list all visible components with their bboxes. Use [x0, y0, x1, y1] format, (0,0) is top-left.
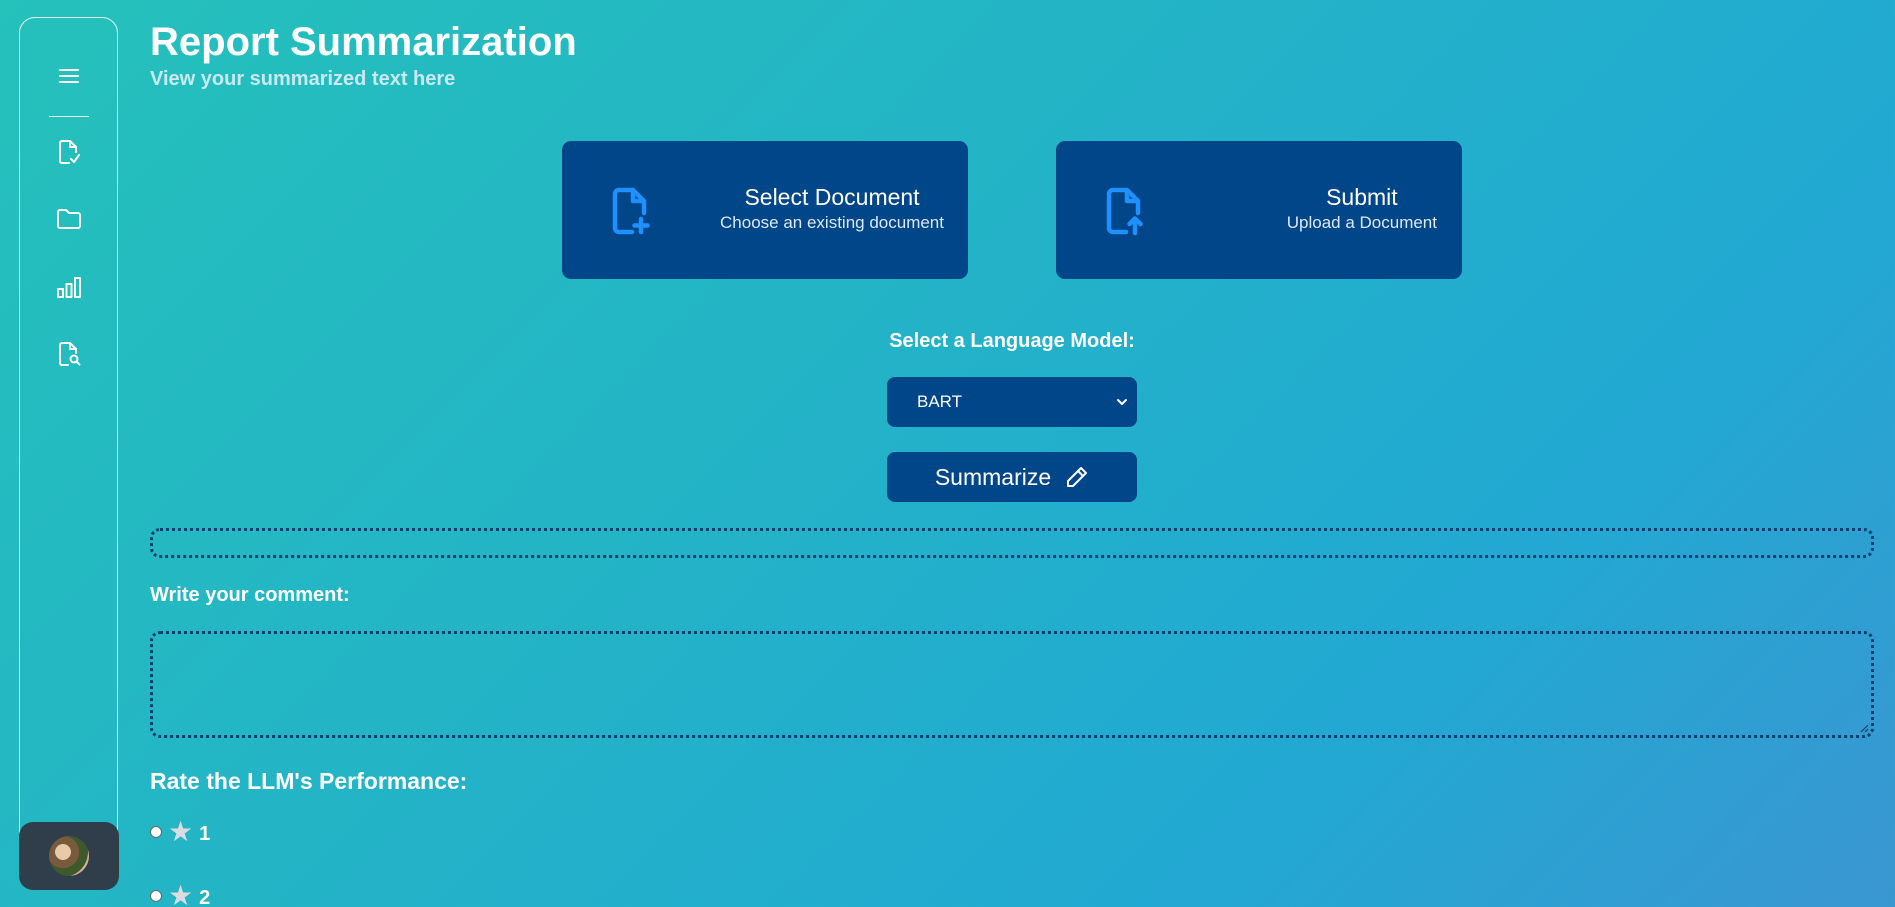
sidebar: [19, 17, 118, 887]
file-plus-icon: [612, 187, 650, 235]
model-select-label: Select a Language Model:: [889, 330, 1135, 352]
sidebar-item-analytics[interactable]: [51, 269, 87, 305]
folder-icon: [56, 209, 81, 229]
summarize-button[interactable]: Summarize: [887, 452, 1137, 502]
file-upload-icon: [1106, 187, 1143, 236]
page-subtitle: View your summarized text here: [150, 68, 456, 90]
select-document-subtitle: Choose an existing document: [720, 213, 944, 232]
file-check-icon: [58, 140, 80, 164]
submit-subtitle: Upload a Document: [1286, 213, 1437, 232]
page-title: Report Summarization: [150, 20, 577, 64]
comment-textarea[interactable]: [150, 631, 1874, 738]
star-icon: ★: [168, 815, 194, 847]
rating-radio[interactable]: [150, 825, 162, 838]
summarize-label: Summarize: [934, 463, 1052, 490]
avatar: [49, 836, 89, 876]
rating-value: 1: [199, 823, 211, 845]
bar-chart-icon: [56, 277, 81, 298]
rating-label: Rate the LLM's Performance:: [150, 768, 468, 794]
model-select-value: BART: [917, 392, 963, 411]
sidebar-item-reports[interactable]: [51, 134, 87, 170]
chevron-down-icon: [1117, 399, 1127, 405]
rating-radio[interactable]: [150, 889, 162, 902]
submit-title: Submit: [1326, 184, 1398, 210]
rating-option-1[interactable]: ★ 1: [150, 817, 210, 846]
rating-value: 2: [199, 887, 211, 907]
sidebar-item-search-documents[interactable]: [51, 336, 87, 372]
rating-option-2[interactable]: ★ 2: [150, 881, 210, 907]
summary-output: [150, 528, 1874, 558]
file-search-icon: [58, 342, 80, 366]
resize-grip-icon[interactable]: [1859, 723, 1869, 733]
comment-label: Write your comment:: [150, 584, 350, 606]
model-select[interactable]: BART: [887, 377, 1137, 427]
select-document-title: Select Document: [744, 184, 920, 210]
submit-document-card[interactable]: Submit Upload a Document: [1056, 141, 1462, 279]
menu-button[interactable]: [51, 58, 87, 94]
menu-icon: [58, 69, 79, 83]
select-document-card[interactable]: Select Document Choose an existing docum…: [562, 141, 968, 279]
sidebar-item-folders[interactable]: [51, 201, 87, 237]
sidebar-divider: [49, 116, 89, 117]
pencil-icon: [1067, 467, 1088, 487]
star-icon: ★: [168, 879, 194, 907]
profile-button[interactable]: [19, 822, 119, 890]
